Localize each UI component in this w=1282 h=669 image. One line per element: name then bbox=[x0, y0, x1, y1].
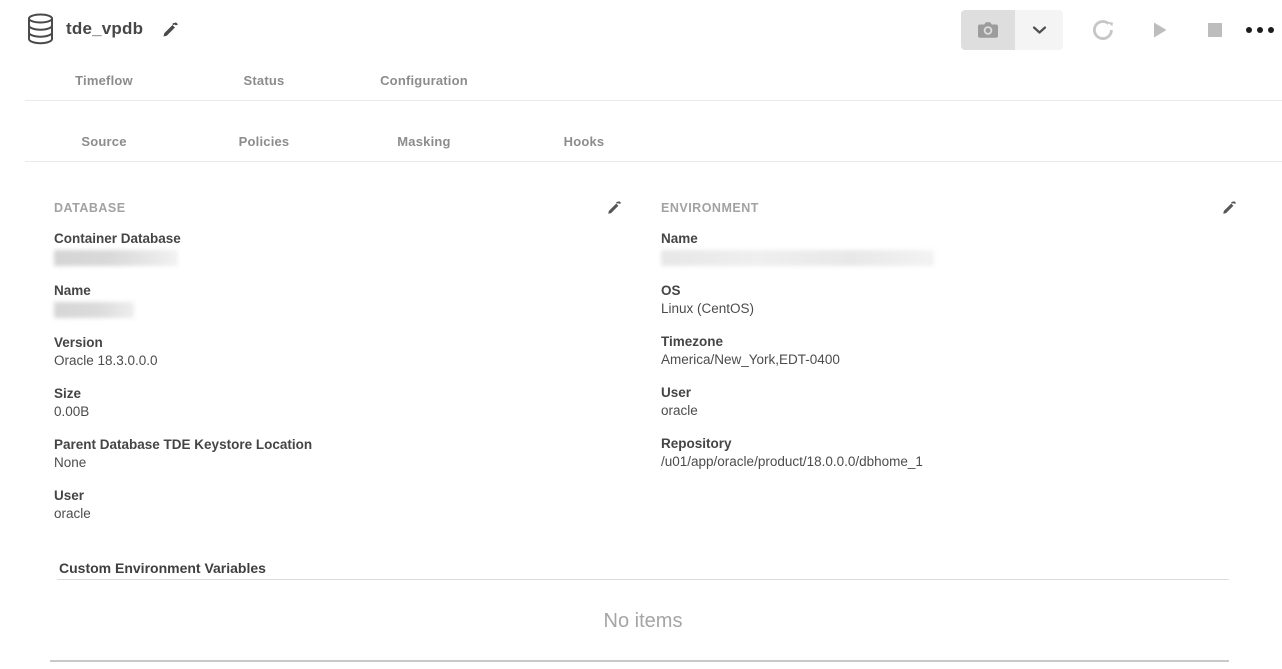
edit-database-pencil-icon[interactable] bbox=[606, 200, 622, 216]
field-value: None bbox=[54, 454, 622, 471]
ellipsis-icon bbox=[1246, 27, 1252, 33]
field-env-name: Name bbox=[661, 230, 1237, 266]
field-label: Name bbox=[661, 230, 1237, 247]
more-actions-button[interactable] bbox=[1246, 27, 1274, 33]
field-tde-keystore-location: Parent Database TDE Keystore Location No… bbox=[54, 436, 622, 471]
snapshot-split-button[interactable] bbox=[961, 10, 1063, 50]
field-version: Version Oracle 18.3.0.0.0 bbox=[54, 334, 622, 369]
edit-title-pencil-icon[interactable] bbox=[161, 21, 179, 39]
snapshot-menu-button[interactable] bbox=[1015, 10, 1063, 50]
snapshot-button[interactable] bbox=[961, 10, 1015, 50]
field-label: Timezone bbox=[661, 333, 1237, 350]
custom-env-vars-divider bbox=[57, 579, 1229, 580]
field-env-user: User oracle bbox=[661, 384, 1237, 419]
redacted-value bbox=[661, 250, 934, 266]
tab-source[interactable]: Source bbox=[24, 134, 184, 149]
bottom-section-divider bbox=[50, 660, 1229, 662]
field-label: Name bbox=[54, 282, 622, 299]
field-value: America/New_York,EDT-0400 bbox=[661, 351, 1237, 368]
play-icon bbox=[1147, 18, 1171, 42]
custom-environment-variables-section: Custom Environment Variables No items bbox=[57, 558, 1229, 633]
field-value: oracle bbox=[54, 505, 622, 522]
stop-button[interactable] bbox=[1208, 23, 1222, 37]
database-cylinder-icon bbox=[27, 13, 54, 45]
empty-state-text: No items bbox=[57, 610, 1229, 633]
configuration-panels: DATABASE Container Database Name Version… bbox=[54, 201, 1237, 538]
chevron-down-icon bbox=[1032, 25, 1047, 35]
field-container-database: Container Database bbox=[54, 230, 622, 266]
field-label: User bbox=[661, 384, 1237, 401]
subtabs-divider bbox=[25, 161, 1282, 162]
redacted-value bbox=[54, 302, 134, 318]
app-header: tde_vpdb bbox=[0, 0, 1282, 60]
field-label: User bbox=[54, 487, 622, 504]
custom-env-vars-title: Custom Environment Variables bbox=[59, 558, 1229, 578]
database-panel-heading: DATABASE bbox=[54, 201, 126, 216]
tab-status[interactable]: Status bbox=[184, 73, 344, 88]
tab-policies[interactable]: Policies bbox=[184, 134, 344, 149]
refresh-button[interactable] bbox=[1088, 15, 1118, 45]
tab-hooks[interactable]: Hooks bbox=[504, 134, 664, 149]
environment-panel-heading: ENVIRONMENT bbox=[661, 201, 759, 216]
refresh-icon bbox=[1089, 16, 1117, 44]
redacted-value bbox=[54, 250, 178, 266]
field-label: Repository bbox=[661, 435, 1237, 452]
field-timezone: Timezone America/New_York,EDT-0400 bbox=[661, 333, 1237, 368]
tab-configuration[interactable]: Configuration bbox=[344, 73, 504, 88]
database-panel: DATABASE Container Database Name Version… bbox=[54, 201, 622, 538]
field-size: Size 0.00B bbox=[54, 385, 622, 420]
field-db-user: User oracle bbox=[54, 487, 622, 522]
environment-panel: ENVIRONMENT Name OS Linux (CentOS) Timez… bbox=[661, 201, 1237, 538]
field-label: Size bbox=[54, 385, 622, 402]
field-label: Version bbox=[54, 334, 622, 351]
page-title: tde_vpdb bbox=[66, 19, 143, 39]
field-label: OS bbox=[661, 282, 1237, 299]
field-value: Linux (CentOS) bbox=[661, 300, 1237, 317]
field-value: oracle bbox=[661, 402, 1237, 419]
field-repository: Repository /u01/app/oracle/product/18.0.… bbox=[661, 435, 1237, 470]
tab-masking[interactable]: Masking bbox=[344, 134, 504, 149]
field-label: Container Database bbox=[54, 230, 622, 247]
field-os: OS Linux (CentOS) bbox=[661, 282, 1237, 317]
secondary-tabs: Source Policies Masking Hooks bbox=[0, 101, 1282, 161]
camera-icon bbox=[976, 19, 1000, 41]
start-button[interactable] bbox=[1147, 18, 1171, 42]
field-db-name: Name bbox=[54, 282, 622, 318]
primary-tabs: Timeflow Status Configuration bbox=[0, 61, 1282, 100]
tab-timeflow[interactable]: Timeflow bbox=[24, 73, 184, 88]
field-label: Parent Database TDE Keystore Location bbox=[54, 436, 622, 453]
edit-environment-pencil-icon[interactable] bbox=[1221, 200, 1237, 216]
field-value: /u01/app/oracle/product/18.0.0.0/dbhome_… bbox=[661, 453, 1237, 470]
field-value: 0.00B bbox=[54, 403, 622, 420]
field-value: Oracle 18.3.0.0.0 bbox=[54, 352, 622, 369]
